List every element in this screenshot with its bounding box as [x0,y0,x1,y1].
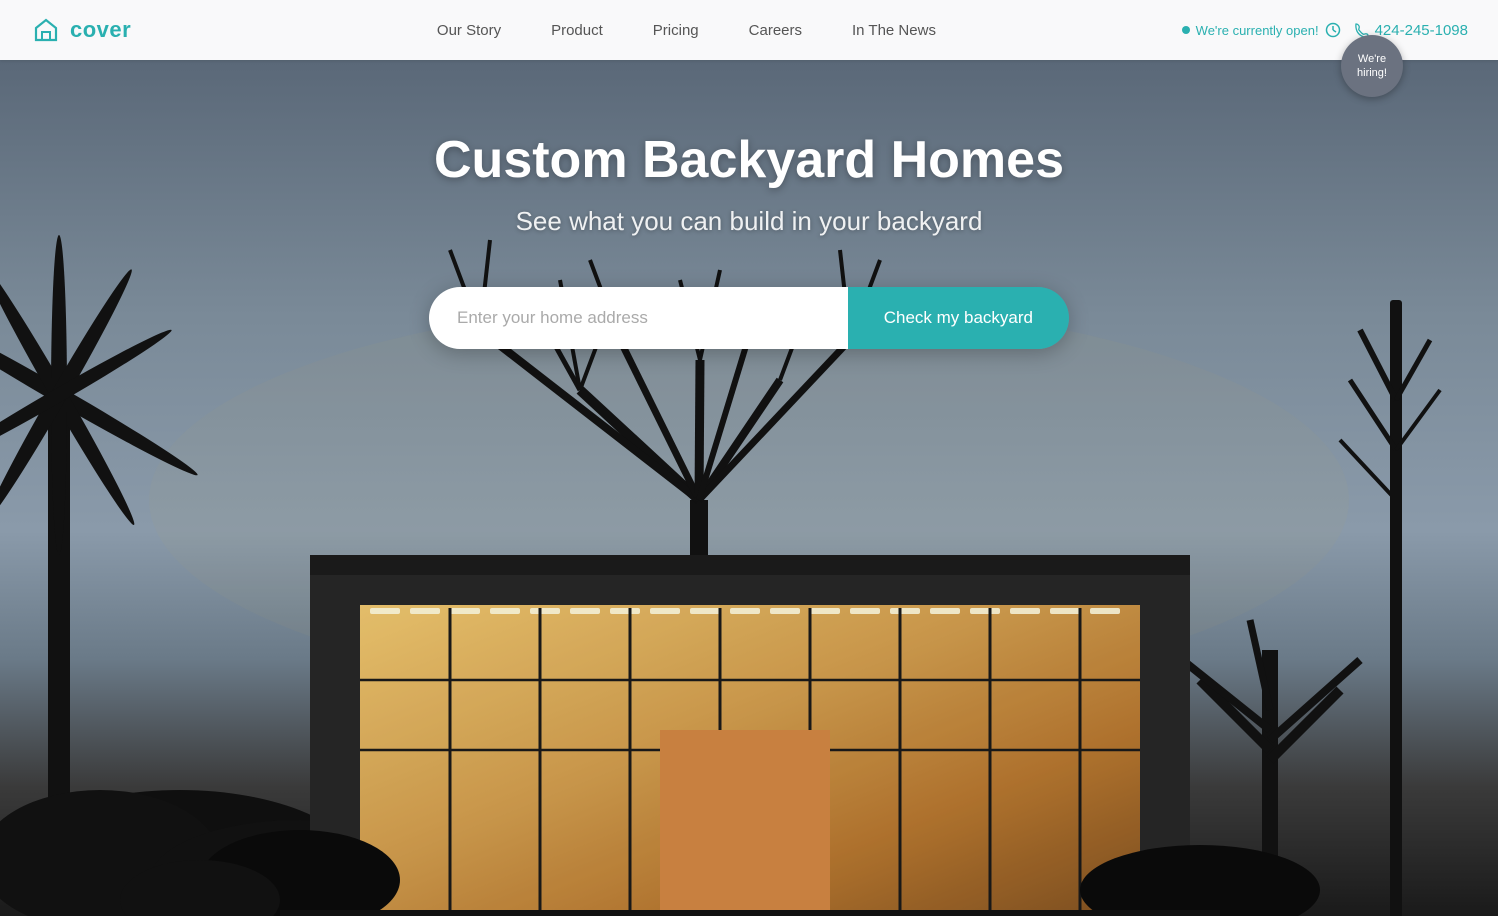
clock-icon [1325,22,1341,38]
navbar-right: We're currently open! 424-245-1098 [1182,22,1468,39]
hiring-badge[interactable]: We're hiring! [1341,35,1403,97]
logo-link[interactable]: cover [30,14,131,46]
hero-subtitle: See what you can build in your backyard [516,206,983,237]
logo-text: cover [70,17,131,43]
hiring-line1: We're [1358,52,1386,66]
nav-careers[interactable]: Careers [749,22,802,39]
nav-our-story[interactable]: Our Story [437,22,501,39]
hero-content: Custom Backyard Homes See what you can b… [0,60,1498,349]
open-badge: We're currently open! [1182,22,1341,38]
hiring-line2: hiring! [1357,66,1387,80]
navbar: cover Our Story Product Pricing Careers … [0,0,1498,60]
open-dot-icon [1182,26,1190,34]
main-nav: Our Story Product Pricing Careers In The… [191,22,1181,39]
hero-title: Custom Backyard Homes [434,130,1064,190]
open-text: We're currently open! [1196,23,1319,38]
logo-icon [30,14,62,46]
address-input[interactable] [429,287,848,349]
nav-in-the-news[interactable]: In The News [852,22,936,39]
nav-product[interactable]: Product [551,22,603,39]
check-backyard-button[interactable]: Check my backyard [848,287,1069,349]
nav-pricing[interactable]: Pricing [653,22,699,39]
search-form: Check my backyard [429,287,1069,349]
